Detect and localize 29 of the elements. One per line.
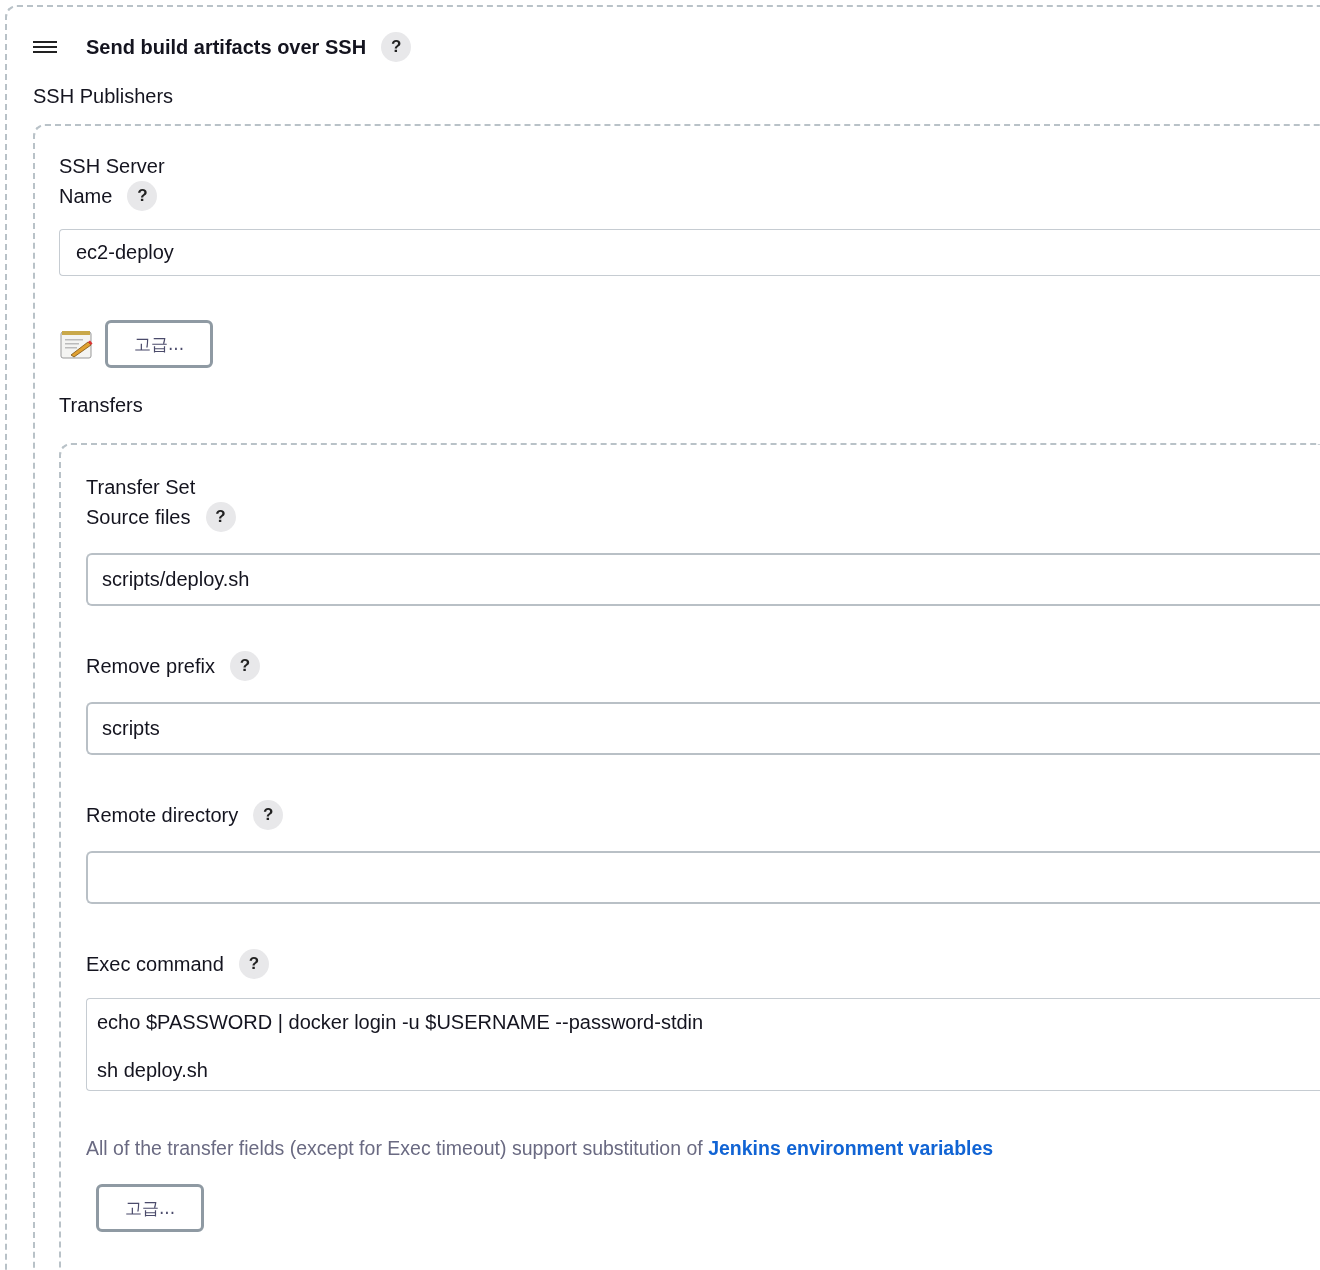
help-button[interactable]: ? [238,949,269,979]
help-note: All of the transfer fields (except for Exec timeout) support substitution of Jenkins environment variables [86,1137,995,1160]
command-line: sh deploy.sh [97,1058,209,1083]
text-field[interactable] [86,851,1320,904]
section-title: Send build artifacts over SSH [86,35,367,59]
help-button[interactable]: ? [205,502,236,532]
exec-command-field[interactable]: echo $PASSWORD | docker login -u $USERNAME --password-stdin sh deploy.sh [86,998,1320,1091]
help-button[interactable]: ? [127,181,158,211]
help-button[interactable]: ? [253,800,284,830]
menu-icon[interactable] [33,40,57,54]
field-label: Remote directory [86,803,239,827]
notepad-pencil-icon [59,328,93,360]
text-field[interactable]: scripts/deploy.sh [86,553,1320,606]
server-heading: SSH Server [59,154,166,178]
help-button[interactable]: ? [381,32,412,62]
publishers-label: SSH Publishers [33,85,175,108]
advanced-button[interactable]: 고급... [105,320,213,368]
field-label: Source files [86,505,191,529]
text-field[interactable]: scripts [86,702,1320,755]
field-label: Remove prefix [86,654,215,678]
advanced-button[interactable]: 고급... [96,1184,204,1232]
transfers-label: Transfers [59,394,144,417]
command-line: echo $PASSWORD | docker login -u $USERNAME --password-stdin [97,1010,705,1035]
help-button[interactable]: ? [229,651,260,681]
name-field[interactable]: ec2-deploy [59,229,1320,276]
transfer-set-heading: Transfer Set [86,475,197,499]
env-variables-link[interactable]: Jenkins environment variables [708,1137,994,1159]
field-label: Exec command [86,952,224,976]
field-label: Name [59,184,113,208]
